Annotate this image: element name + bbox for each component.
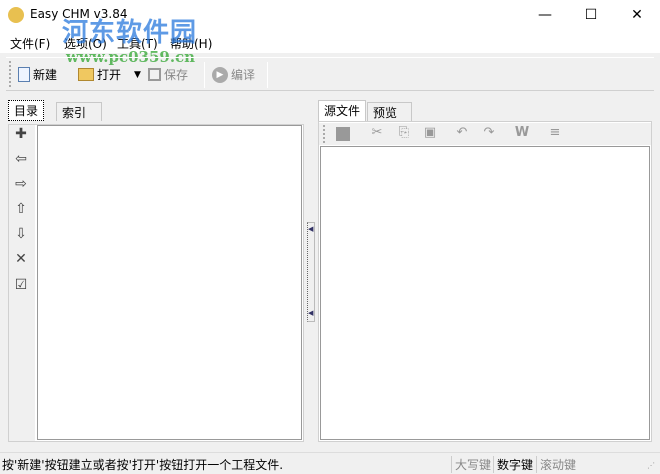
minimize-button[interactable]: —: [522, 0, 568, 31]
tab-source[interactable]: 源文件: [318, 100, 367, 121]
save-label: 保存: [164, 68, 189, 82]
stop-icon[interactable]: [336, 127, 350, 141]
toolbar-grip[interactable]: [9, 61, 11, 87]
new-file-icon: [18, 67, 30, 82]
save-button[interactable]: 保存: [148, 66, 188, 83]
status-message: 按'新建'按钮建立或者按'打开'按钮打开一个工程文件.: [2, 458, 284, 472]
watermark-text: 河东软件园: [62, 18, 198, 48]
arrow-right-icon[interactable]: ⇨: [11, 176, 31, 196]
word-wrap-icon[interactable]: W: [512, 125, 532, 140]
tab-preview[interactable]: 预览: [367, 102, 412, 121]
maximize-button[interactable]: ☐: [568, 0, 614, 31]
copy-icon[interactable]: ⎘: [394, 125, 414, 140]
resize-grip-icon[interactable]: ⋰: [647, 461, 655, 470]
compile-label: 编译: [231, 68, 256, 82]
properties-icon[interactable]: ☑: [11, 277, 31, 297]
num-lock-indicator: 数字键: [493, 456, 536, 473]
open-folder-icon: [78, 68, 94, 81]
cut-icon[interactable]: ✂: [367, 125, 387, 140]
menu-file[interactable]: 文件(F): [10, 35, 50, 52]
save-disk-icon: [148, 68, 161, 81]
arrow-left-icon[interactable]: ⇦: [11, 151, 31, 171]
add-icon[interactable]: ✚: [11, 126, 31, 146]
new-label: 新建: [33, 68, 58, 82]
open-label: 打开: [97, 68, 122, 82]
compile-button[interactable]: ▶ 编译: [212, 66, 255, 83]
editor-toolbar: ✂ ⎘ ▣ ↶ ↷ W ≡: [319, 123, 651, 145]
toolbar: 新建 打开 ▼ 保存 ▶ 编译: [6, 57, 654, 91]
dropdown-arrow-icon[interactable]: ▼: [134, 70, 141, 80]
play-icon: ▶: [212, 66, 228, 83]
tab-index[interactable]: 索引: [56, 102, 102, 121]
toolbar-separator: [267, 62, 268, 88]
open-button[interactable]: 打开 ▼: [78, 66, 141, 83]
undo-icon[interactable]: ↶: [452, 125, 472, 140]
new-button[interactable]: 新建: [18, 66, 57, 83]
tab-contents[interactable]: 目录: [8, 100, 45, 121]
close-button[interactable]: ✕: [614, 0, 660, 31]
collapse-left-icon[interactable]: ◀: [308, 225, 313, 233]
arrow-down-icon[interactable]: ⇩: [11, 226, 31, 246]
caps-lock-indicator: 大写键: [451, 456, 494, 473]
collapse-left-icon[interactable]: ◀: [308, 309, 313, 317]
source-editor[interactable]: [320, 146, 650, 440]
delete-icon[interactable]: ✕: [11, 251, 31, 271]
toolbar-grip[interactable]: [323, 125, 325, 143]
app-icon: [8, 7, 24, 23]
toolbar-separator: [204, 62, 205, 88]
splitter[interactable]: ◀ ◀: [307, 222, 315, 322]
scroll-lock-indicator: 滚动键: [536, 456, 579, 473]
contents-tree[interactable]: [37, 125, 302, 440]
arrow-up-icon[interactable]: ⇧: [11, 201, 31, 221]
paste-icon[interactable]: ▣: [420, 125, 440, 140]
line-numbers-icon[interactable]: ≡: [545, 125, 565, 140]
status-bar: 按'新建'按钮建立或者按'打开'按钮打开一个工程文件. 大写键 数字键 滚动键 …: [0, 452, 660, 474]
redo-icon[interactable]: ↷: [479, 125, 499, 140]
